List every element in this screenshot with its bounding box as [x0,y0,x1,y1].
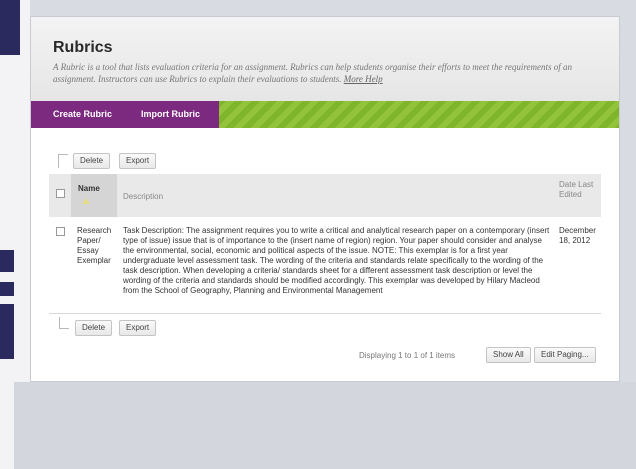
export-button[interactable]: Export [119,153,157,169]
select-all-checkbox[interactable] [56,189,65,198]
date-column-header[interactable]: Date Last Edited [559,180,599,200]
create-rubric-button[interactable]: Create Rubric [53,109,112,119]
more-help-link[interactable]: More Help [344,74,383,84]
name-column-header[interactable]: Name [71,174,117,217]
name-header-label: Name [78,184,100,193]
paging-status: Displaying 1 to 1 of 1 items [359,351,456,360]
row-divider [49,313,601,314]
page-description: A Rubric is a tool that lists evaluation… [53,61,598,85]
delete-button[interactable]: Delete [73,153,111,169]
background-decoration [0,304,14,359]
rubrics-panel: Rubrics A Rubric is a tool that lists ev… [30,16,620,382]
show-all-button[interactable]: Show All [486,347,531,363]
export-button[interactable]: Export [119,320,157,336]
background-decoration [0,0,20,55]
table-header: Name Description Date Last Edited [49,174,601,217]
import-rubric-button[interactable]: Import Rubric [141,109,200,119]
row-checkbox[interactable] [56,227,65,236]
delete-button[interactable]: Delete [75,320,113,336]
action-bar: Create Rubric Import Rubric [31,101,619,128]
select-arrow-icon [58,154,68,168]
description-column-header: Description [123,192,164,201]
rubric-description: Task Description: The assignment require… [123,226,550,295]
page-title: Rubrics [53,39,113,56]
rubric-date: December 18, 2012 [559,226,596,245]
background-decoration [0,250,14,272]
edit-paging-button[interactable]: Edit Paging... [534,347,596,363]
background-pane [14,382,636,469]
description-text: A Rubric is a tool that lists evaluation… [53,62,573,84]
rubric-name[interactable]: Research Paper/ Essay Exemplar [77,226,121,266]
page-header: Rubrics A Rubric is a tool that lists ev… [31,17,619,101]
sort-ascending-icon [82,198,90,204]
select-arrow-icon [59,317,69,329]
background-decoration [0,282,14,296]
